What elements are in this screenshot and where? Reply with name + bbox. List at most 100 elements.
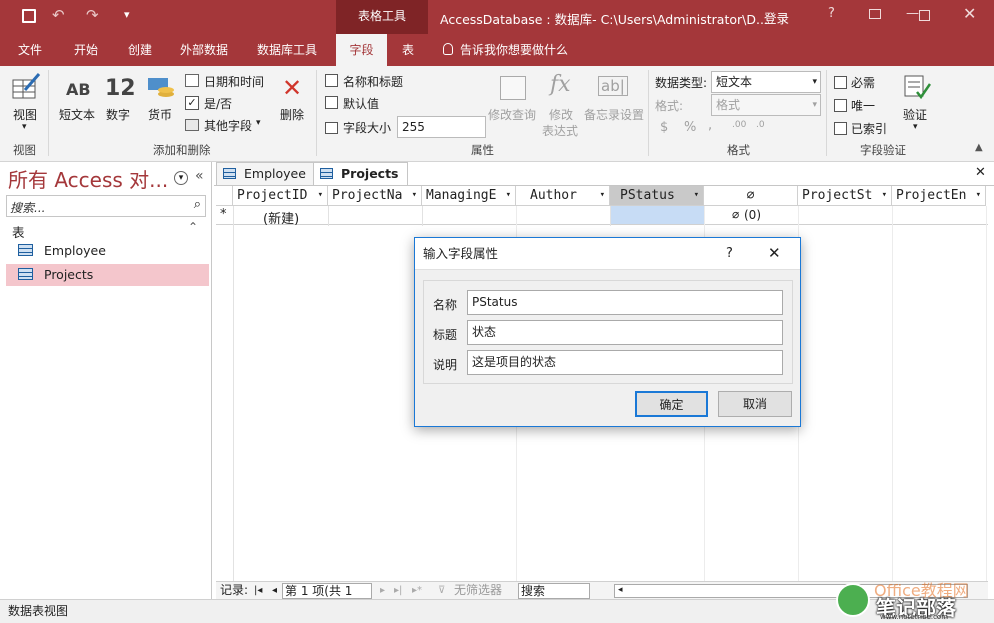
customize-qat-icon[interactable]: ▾ xyxy=(124,8,130,21)
delete-x-icon: ✕ xyxy=(282,74,303,102)
description-input[interactable]: 这是项目的状态 xyxy=(467,350,783,375)
comma-icon[interactable]: , xyxy=(708,118,712,133)
new-record-icon[interactable]: ▸* xyxy=(412,582,422,599)
record-position-input[interactable]: 第 1 项(共 1 项) xyxy=(282,583,372,612)
first-record-icon[interactable]: |◂ xyxy=(254,582,262,599)
search-icon[interactable]: ⌕ xyxy=(194,197,201,212)
memo-settings-button[interactable]: ab| 备忘录设置 xyxy=(584,72,646,128)
nav-search-input[interactable]: 搜索... ⌕ xyxy=(6,195,206,217)
currency-format-icon[interactable]: $ xyxy=(660,120,668,135)
undo-icon[interactable]: ↶ xyxy=(52,6,65,24)
close-window-icon[interactable]: ✕ xyxy=(963,4,976,23)
column-header-projectname[interactable]: ProjectNa ▾ xyxy=(328,186,422,206)
select-all-cell[interactable] xyxy=(216,186,233,206)
column-header-pstatus[interactable]: PStatus ▾ xyxy=(610,186,704,206)
increase-decimal-icon[interactable]: .00 xyxy=(732,120,746,130)
tab-home[interactable]: 开始 xyxy=(68,34,104,66)
percent-icon[interactable]: % xyxy=(684,120,696,135)
format-select[interactable]: 格式 ▾ xyxy=(711,94,821,116)
data-type-select[interactable]: 短文本 ▾ xyxy=(711,71,821,93)
watermark-line3: www.notetribe.com xyxy=(880,613,949,621)
nav-item-employee[interactable]: Employee xyxy=(6,240,209,262)
tab-table[interactable]: 表 xyxy=(396,34,420,66)
tab-fields[interactable]: 字段 xyxy=(336,34,387,66)
nav-section-tables[interactable]: 表 xyxy=(12,222,25,241)
dialog-close-icon[interactable]: ✕ xyxy=(768,238,781,269)
collapse-nav-icon[interactable]: « xyxy=(195,168,204,184)
column-label: ProjectNa xyxy=(332,188,403,203)
short-text-label: 短文本 xyxy=(59,108,96,122)
pstatus-cell[interactable] xyxy=(610,206,704,224)
datetime-button[interactable]: 日期和时间 xyxy=(185,72,269,92)
yesno-button[interactable]: ✓ 是/否 xyxy=(185,94,245,114)
delete-label: 删除 xyxy=(280,108,305,122)
tab-database-tools[interactable]: 数据库工具 xyxy=(251,34,323,66)
tab-label: Projects xyxy=(341,166,399,181)
collapse-ribbon-icon[interactable]: ▲ xyxy=(975,142,983,153)
dialog-title: 输入字段属性 xyxy=(423,246,499,261)
validation-icon xyxy=(904,75,931,100)
number-label: 数字 xyxy=(106,108,131,122)
next-record-icon[interactable]: ▸ xyxy=(380,582,385,599)
column-label: ManagingE xyxy=(426,188,497,203)
unique-checkbox[interactable]: 唯一 xyxy=(834,97,875,114)
column-header-managingemployee[interactable]: ManagingE ▾ xyxy=(422,186,516,206)
chevron-down-icon: ▾ xyxy=(256,118,261,128)
decrease-decimal-icon[interactable]: .0 xyxy=(756,120,765,130)
cancel-button[interactable]: 取消 xyxy=(718,391,792,417)
filter-status[interactable]: 无筛选器 xyxy=(454,582,502,599)
validation-button[interactable]: 验证 ▾ xyxy=(900,72,934,136)
nav-menu-icon[interactable]: ▾ xyxy=(174,171,188,185)
section-collapse-icon[interactable]: ⌃ xyxy=(188,220,198,234)
field-size-input[interactable]: 255 xyxy=(397,116,486,138)
group-format-label: 格式 xyxy=(727,143,750,157)
login-link[interactable]: 登录 xyxy=(764,8,789,27)
tab-external-data[interactable]: 外部数据 xyxy=(174,34,234,66)
tab-file[interactable]: 文件 xyxy=(12,34,48,66)
scroll-left-icon[interactable]: ◂ xyxy=(618,582,623,599)
name-caption-button[interactable]: 名称和标题 xyxy=(325,72,409,92)
checkbox-checked-icon: ✓ xyxy=(185,96,199,110)
tab-projects[interactable]: Projects xyxy=(313,162,408,187)
short-text-button[interactable]: AB 短文本 xyxy=(56,72,100,128)
redo-icon[interactable]: ↷ xyxy=(86,6,99,24)
record-label: 记录: xyxy=(220,583,249,597)
currency-button[interactable]: 货币 xyxy=(144,72,178,128)
minimize-icon[interactable]: — xyxy=(906,6,919,21)
other-fields-button[interactable]: 其他字段 ▾ xyxy=(185,116,269,136)
nav-item-projects[interactable]: Projects xyxy=(6,264,209,286)
column-header-projectstart[interactable]: ProjectSt ▾ xyxy=(798,186,892,206)
column-header-projectid[interactable]: ProjectID ▾ xyxy=(233,186,328,206)
data-type-label: 数据类型: xyxy=(655,76,708,90)
save-icon[interactable] xyxy=(22,9,36,23)
indexed-checkbox[interactable]: 已索引 xyxy=(834,120,887,137)
prev-record-icon[interactable]: ◂ xyxy=(272,582,277,599)
default-value-button[interactable]: 默认值 xyxy=(325,94,395,114)
required-checkbox[interactable]: 必需 xyxy=(834,74,875,91)
tab-create[interactable]: 创建 xyxy=(122,34,158,66)
caption-input[interactable]: 状态 xyxy=(467,320,783,345)
tab-employee[interactable]: Employee xyxy=(216,162,315,186)
last-record-icon[interactable]: ▸| xyxy=(394,582,402,599)
modify-lookups-button[interactable]: 修改查询 xyxy=(488,72,540,128)
column-header-projectend[interactable]: ProjectEn ▾ xyxy=(892,186,986,206)
chevron-down-icon: ▾ xyxy=(975,190,981,200)
ok-button[interactable]: 确定 xyxy=(635,391,708,417)
column-header-attachment[interactable]: ⌀ xyxy=(704,186,798,206)
column-header-author[interactable]: Author ▾ xyxy=(516,186,610,206)
ribbon-display-icon[interactable] xyxy=(869,9,881,19)
tell-me-box[interactable]: 告诉我你想要做什么 xyxy=(454,34,574,66)
modify-expression-button[interactable]: fx 修改 表达式 xyxy=(542,72,584,138)
table-row[interactable]: * (新建) ⌀ (0) xyxy=(216,206,988,227)
number-button[interactable]: 12 数字 xyxy=(102,72,136,128)
chevron-down-icon: ▾ xyxy=(812,100,817,110)
view-button[interactable]: 视图 ▾ xyxy=(8,72,44,136)
delete-button[interactable]: ✕ 删除 xyxy=(278,72,308,128)
close-tab-icon[interactable]: ✕ xyxy=(975,165,986,180)
dialog-help-icon[interactable]: ? xyxy=(726,238,733,269)
help-icon[interactable]: ? xyxy=(828,6,835,21)
record-search-input[interactable]: 搜索 xyxy=(518,583,590,599)
name-input[interactable]: PStatus xyxy=(467,290,783,315)
nav-title[interactable]: 所有 Access 对... xyxy=(8,164,168,193)
maximize-icon[interactable] xyxy=(919,10,930,21)
